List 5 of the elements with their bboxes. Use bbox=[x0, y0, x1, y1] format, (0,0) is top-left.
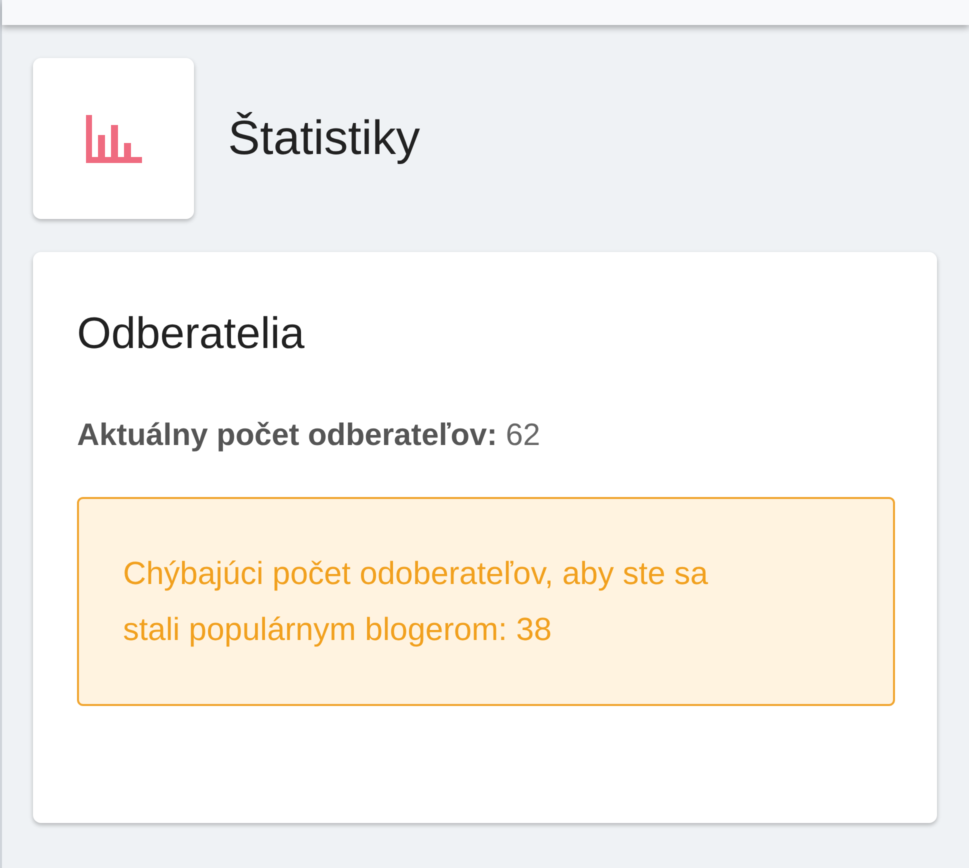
card-title: Odberatelia bbox=[77, 308, 306, 360]
alert-text: Chýbajúci počet odoberateľov, aby ste sa stali populárnym blogerom: 38 bbox=[123, 554, 710, 649]
subscriber-count: Aktuálny počet odberateľov: 62 bbox=[77, 416, 542, 454]
page-title: Štatistiky bbox=[228, 110, 420, 166]
bar-chart-icon bbox=[86, 114, 142, 162]
